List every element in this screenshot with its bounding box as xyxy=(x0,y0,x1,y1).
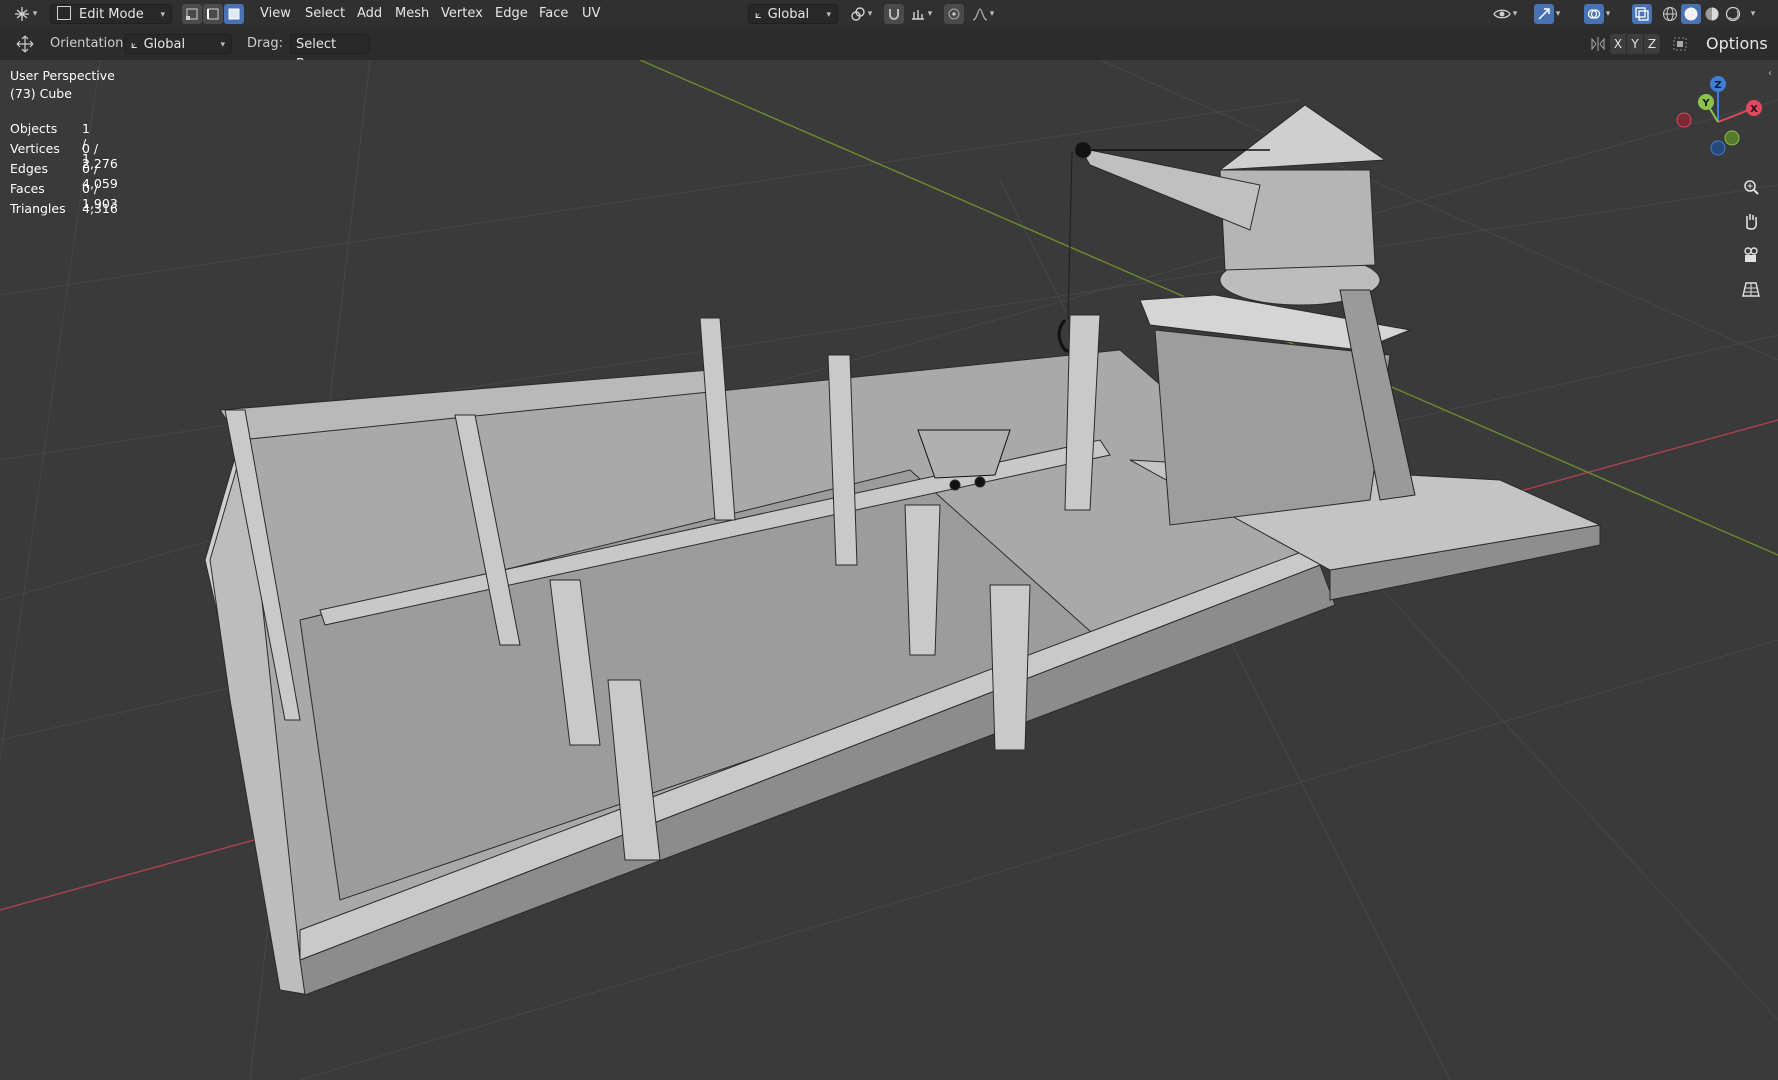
visibility-eye-icon[interactable]: ▾ xyxy=(1488,4,1522,24)
mode-dropdown[interactable]: Edit Mode ▾ xyxy=(50,4,172,24)
gizmo-z-label: Z xyxy=(1714,80,1721,91)
orientation-label: Orientation: xyxy=(50,36,128,51)
view-name: User Perspective xyxy=(10,68,115,83)
neg-z-handle[interactable] xyxy=(1710,140,1726,156)
drag-label: Drag: xyxy=(247,36,283,51)
camera-icon[interactable] xyxy=(1738,242,1764,268)
mirror-x-toggle[interactable]: X xyxy=(1610,34,1626,54)
dock-mesh xyxy=(204,104,1602,996)
viewport-header: ▾ Edit Mode ▾ View Select Add Mesh Vertex… xyxy=(0,0,1778,28)
3d-viewport[interactable]: X Z Y ‹ xyxy=(0,60,1778,1080)
wireframe-shading-icon[interactable] xyxy=(1660,4,1680,24)
tool-settings-header: Orientation: ⟀Global▾ Drag: Select Box▾ xyxy=(0,28,1778,72)
stat-label: Triangles xyxy=(10,201,66,216)
mode-label: Edit Mode xyxy=(79,7,144,22)
face-select-icon[interactable] xyxy=(224,4,244,24)
menu-vertex[interactable]: Vertex xyxy=(441,4,483,24)
object-name: (73) Cube xyxy=(10,86,72,101)
pan-hand-icon[interactable] xyxy=(1738,208,1764,234)
stat-row: Triangles 4,316 xyxy=(10,201,118,216)
menu-view[interactable]: View xyxy=(260,4,291,24)
neg-y-handle[interactable] xyxy=(1724,130,1740,146)
stat-row: Objects 1 / 1 xyxy=(10,121,90,166)
menu-select[interactable]: Select xyxy=(305,4,345,24)
orientation-dropdown[interactable]: ⟀ Global ▾ xyxy=(124,34,232,54)
gizmo-y-label: Y xyxy=(1701,98,1710,109)
solid-shading-icon[interactable] xyxy=(1681,4,1701,24)
edge-select-icon[interactable] xyxy=(203,4,223,24)
sidebar-toggle-icon[interactable]: ‹ xyxy=(1768,68,1772,79)
overlays-icon[interactable]: ▾ xyxy=(1580,4,1614,24)
pivot-point-icon[interactable]: ▾ xyxy=(846,4,876,24)
orientation-value: Global xyxy=(143,37,186,52)
xray-toggle-icon[interactable] xyxy=(1632,4,1652,24)
transform-orientation-dropdown[interactable]: ⟀ Global ▾ xyxy=(748,4,838,24)
editor-type-icon[interactable]: ▾ xyxy=(8,4,42,24)
rendered-shading-icon[interactable] xyxy=(1723,4,1743,24)
stat-value: 4,316 xyxy=(82,201,118,216)
stat-label: Objects xyxy=(10,121,58,136)
mirror-y-toggle[interactable]: Y xyxy=(1627,34,1643,54)
move-tool-icon[interactable] xyxy=(14,34,36,54)
orientation-axes-icon: ⟀ xyxy=(755,8,762,21)
shading-options-icon[interactable]: ▾ xyxy=(1745,4,1759,24)
navigation-gizmo[interactable]: X Z Y xyxy=(1670,70,1766,166)
proportional-editing-icon[interactable] xyxy=(944,4,964,24)
mirror-z-toggle[interactable]: Z xyxy=(1644,34,1660,54)
viewport-scene xyxy=(0,60,1778,1080)
auto-merge-icon[interactable] xyxy=(1670,34,1690,54)
transform-orientation-value: Global xyxy=(767,7,810,22)
falloff-icon[interactable]: ▾ xyxy=(966,4,1000,24)
stat-label: Edges xyxy=(10,161,48,176)
options-label: Options xyxy=(1706,34,1768,53)
snap-icon[interactable] xyxy=(884,4,904,24)
drag-dropdown[interactable]: Select Box▾ xyxy=(290,34,370,72)
menu-edge[interactable]: Edge xyxy=(495,4,528,24)
stat-label: Vertices xyxy=(10,141,60,156)
menu-mesh[interactable]: Mesh xyxy=(395,4,429,24)
mode-icon xyxy=(57,6,71,20)
material-shading-icon[interactable] xyxy=(1702,4,1722,24)
zoom-icon[interactable] xyxy=(1738,174,1764,200)
menu-face[interactable]: Face xyxy=(539,4,568,24)
gizmo-x-label: X xyxy=(1750,104,1758,115)
gizmo-toggle-icon[interactable]: ▾ xyxy=(1530,4,1564,24)
stat-row: Vertices 0 / 2,276 xyxy=(10,141,118,171)
mirror-icon[interactable] xyxy=(1588,34,1608,54)
stat-row: Faces 0 / 1,903 xyxy=(10,181,118,211)
orientation-icon: ⟀ xyxy=(131,38,138,51)
stat-row: Edges 0 / 4,059 xyxy=(10,161,118,191)
menu-uv[interactable]: UV xyxy=(582,4,600,24)
menu-add[interactable]: Add xyxy=(357,4,382,24)
grid-ortho-icon[interactable] xyxy=(1738,276,1764,302)
viewport-info: User Perspective (73) Cube xyxy=(10,67,115,103)
vertex-select-icon[interactable] xyxy=(182,4,202,24)
snap-target-icon[interactable]: ▾ xyxy=(905,4,937,24)
stat-label: Faces xyxy=(10,181,45,196)
neg-x-handle[interactable] xyxy=(1676,112,1692,128)
options-dropdown[interactable]: Options▾ xyxy=(1700,34,1770,69)
